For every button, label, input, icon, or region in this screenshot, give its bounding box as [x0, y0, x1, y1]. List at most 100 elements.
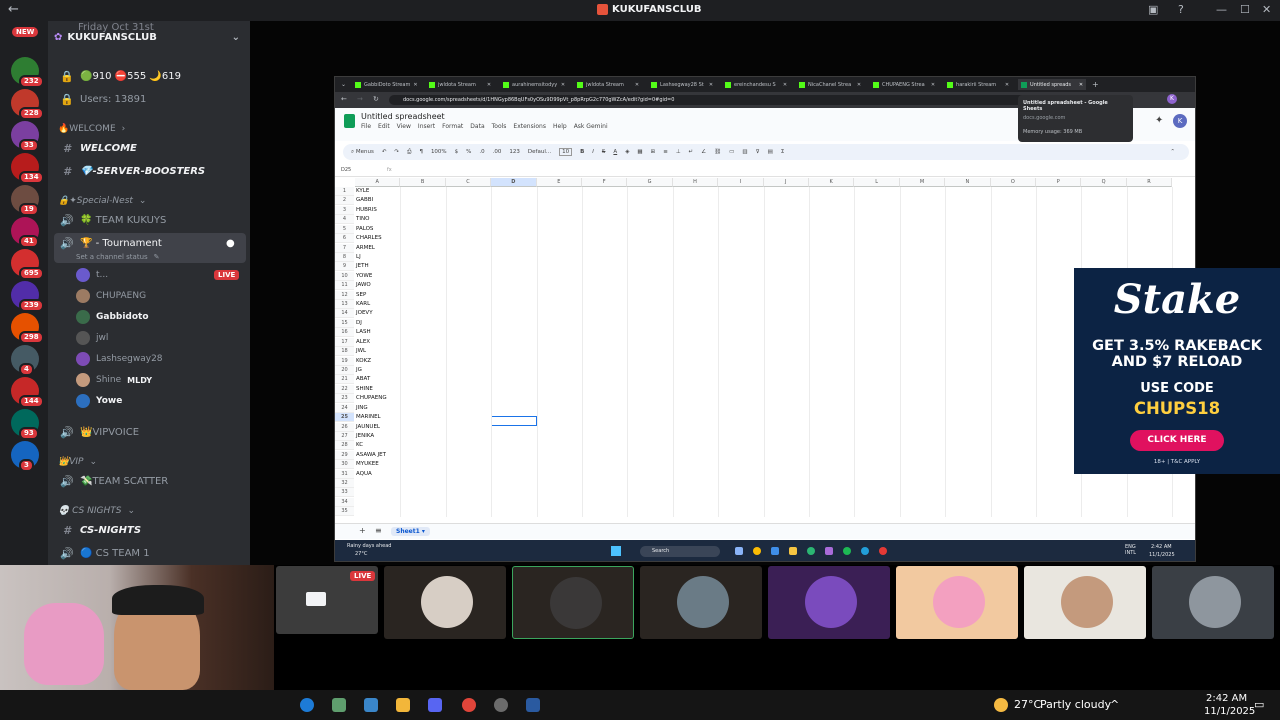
url-field[interactable]: docs.google.com/spreadsheets/d/1HNGyp86B…	[389, 95, 1069, 105]
browser-tab[interactable]: ereinchandesu S ✕	[722, 79, 790, 90]
cell-a[interactable]: DJ	[356, 319, 362, 328]
cell-a[interactable]: JAUNUEL	[356, 423, 380, 432]
tray-chevron-icon[interactable]: ^	[1110, 698, 1119, 711]
row-header[interactable]: 19	[335, 356, 354, 366]
cell-a[interactable]: JOEVY	[356, 309, 373, 318]
account-avatar[interactable]: K	[1173, 114, 1187, 128]
rotate-icon[interactable]: ∠	[701, 149, 706, 155]
increase-decimal-button[interactable]: .00	[493, 149, 502, 155]
obs-icon[interactable]	[494, 698, 508, 712]
name-box[interactable]: D25	[341, 167, 351, 173]
cell-a[interactable]: YOWE	[356, 272, 372, 281]
sheet-title[interactable]: Untitled spreadsheet	[361, 112, 445, 121]
inner-folder-icon[interactable]	[789, 547, 797, 555]
cell-a[interactable]: GABBI	[356, 196, 373, 205]
participant-tile[interactable]	[1152, 566, 1274, 639]
inbox-icon[interactable]: ▣	[1148, 3, 1158, 16]
column-header[interactable]: O	[990, 178, 1036, 187]
browser-tab[interactable]: Untitled spreads ✕	[1018, 79, 1087, 90]
tab-close-icon[interactable]: ✕	[413, 82, 417, 88]
taskbar-time[interactable]: 2:42 AM	[1206, 693, 1247, 704]
channel-category[interactable]: 💀 CS NIGHTS ⌄	[58, 503, 135, 519]
row-header[interactable]: 22	[335, 384, 354, 394]
menu-item[interactable]: Tools	[492, 123, 507, 130]
cell-a[interactable]: JENIKA	[356, 432, 374, 441]
tab-close-icon[interactable]: ✕	[857, 82, 861, 88]
cell-a[interactable]: LASH	[356, 328, 371, 337]
channel-team-kukuys[interactable]: 🔊 🍀 TEAM KUKUYS	[60, 212, 166, 228]
cell-a[interactable]: CHARLES	[356, 234, 382, 243]
row-header[interactable]: 13	[335, 300, 354, 310]
tab-close-icon[interactable]: ✕	[1005, 82, 1009, 88]
fill-color-icon[interactable]: ◈	[625, 149, 629, 155]
menu-item[interactable]: View	[397, 123, 411, 130]
menu-item[interactable]: Insert	[418, 123, 435, 130]
cell-a[interactable]: LJ	[356, 253, 361, 262]
tab-close-icon[interactable]: ✕	[635, 82, 639, 88]
participant-tile[interactable]	[384, 566, 506, 639]
row-header[interactable]: 7	[335, 243, 354, 253]
cell-a[interactable]: ARMEL	[356, 244, 375, 253]
row-header[interactable]: 9	[335, 262, 354, 272]
inner-discord-icon[interactable]	[825, 547, 833, 555]
edge-icon[interactable]	[300, 698, 314, 712]
wrap-icon[interactable]: ↵	[689, 149, 694, 155]
row-header[interactable]: 3	[335, 205, 354, 215]
channel-item[interactable]: 🔊 🔵 CS TEAM 1	[60, 545, 149, 561]
row-header[interactable]: 6	[335, 234, 354, 244]
menu-item[interactable]: Edit	[378, 123, 390, 130]
cell-a[interactable]: AQUA	[356, 470, 372, 479]
channel-welcome[interactable]: # WELCOME	[60, 140, 137, 156]
row-header[interactable]: 25	[335, 413, 354, 423]
channel-item[interactable]: # CS-NIGHTS	[60, 522, 141, 538]
browser-tab[interactable]: CHUPAENG Strea ✕	[870, 79, 938, 90]
tab-close-icon[interactable]: ✕	[1079, 82, 1083, 88]
views-icon[interactable]: ▤	[768, 149, 773, 155]
browser-tab[interactable]: NicaChanel Strea ✕	[796, 79, 864, 90]
maximize-icon[interactable]: ☐	[1240, 3, 1250, 16]
menu-item[interactable]: Help	[553, 123, 567, 130]
align-icon[interactable]: ≡	[663, 149, 668, 155]
stake-ad[interactable]: Stake GET 3.5% RAKEBACK AND $7 RELOAD US…	[1074, 268, 1280, 474]
row-header[interactable]: 18	[335, 347, 354, 357]
channel-status[interactable]: Set a channel status ✎	[76, 249, 160, 265]
column-header[interactable]: K	[809, 178, 855, 187]
row-header[interactable]: 5	[335, 224, 354, 234]
column-header[interactable]: H	[672, 178, 719, 187]
redo-icon[interactable]: ↷	[394, 149, 399, 155]
all-sheets-icon[interactable]: ≡	[375, 526, 382, 535]
column-header[interactable]: R	[1126, 178, 1173, 187]
selected-cell[interactable]	[491, 416, 537, 426]
row-header[interactable]: 11	[335, 281, 354, 291]
menu-item[interactable]: Extensions	[513, 123, 546, 130]
comment-icon[interactable]: ▭	[729, 149, 734, 155]
channel-item[interactable]: 🔊 👑VIPVOICE	[60, 424, 139, 440]
cell-a[interactable]: SHINE	[356, 385, 373, 394]
cell-a[interactable]: ABAT	[356, 375, 370, 384]
sheet-tab[interactable]: Sheet1 ▾	[391, 527, 430, 536]
search-menus-button[interactable]: ⌕ Menus	[351, 149, 374, 156]
menu-item[interactable]: Format	[442, 123, 463, 130]
row-header[interactable]: 15	[335, 318, 354, 328]
column-header[interactable]: L	[854, 178, 900, 187]
ad-click-button[interactable]: CLICK HERE	[1130, 430, 1224, 451]
cell-a[interactable]: ALEX	[356, 338, 370, 347]
row-header[interactable]: 28	[335, 441, 354, 451]
decrease-decimal-button[interactable]: .0	[479, 149, 484, 155]
category-special-nest[interactable]: 🔒✦Special-Nest ⌄	[58, 193, 146, 209]
link-icon[interactable]: ⛓	[714, 149, 721, 155]
channel-category[interactable]: 👑VIP ⌄	[58, 454, 97, 470]
participant-tile-speaking[interactable]	[512, 566, 634, 639]
row-header[interactable]: 17	[335, 337, 354, 347]
column-header[interactable]: G	[627, 178, 673, 187]
channel-server-boosters[interactable]: # 💎-SERVER-BOOSTERS	[60, 163, 205, 179]
browser-tab[interactable]: Lashsegway28 St ✕	[648, 79, 716, 90]
row-header[interactable]: 32	[335, 479, 354, 489]
row-header[interactable]: 26	[335, 422, 354, 432]
cell-a[interactable]: JETH	[356, 262, 369, 271]
currency-button[interactable]: $	[455, 149, 459, 155]
tab-close-icon[interactable]: ✕	[487, 82, 491, 88]
cell-a[interactable]: ASAWA JET	[356, 451, 386, 460]
add-sheet-icon[interactable]: +	[359, 526, 366, 535]
column-header[interactable]: F	[582, 178, 628, 187]
